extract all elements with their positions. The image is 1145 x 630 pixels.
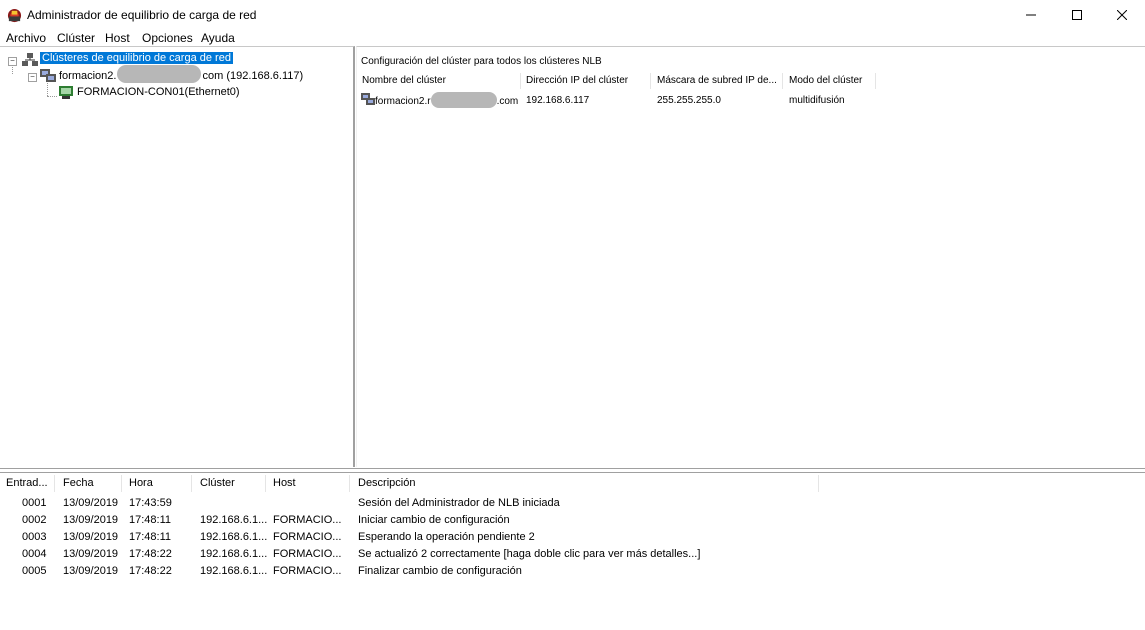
log-description: Sesión del Administrador de NLB iniciada (358, 497, 560, 509)
close-icon (1117, 10, 1127, 20)
log-time: 17:48:22 (129, 565, 172, 577)
log-time: 17:48:11 (129, 514, 172, 526)
log-header-date[interactable]: Fecha (63, 477, 94, 489)
log-header-entry[interactable]: Entrad... (6, 477, 48, 489)
cluster-mode-cell: multidifusión (789, 95, 845, 106)
log-host: FORMACIO... (273, 565, 342, 577)
cluster-name-prefix: formacion2.r (375, 96, 431, 108)
window-title: Administrador de equilibrio de carga de … (27, 8, 257, 22)
maximize-button[interactable] (1054, 0, 1100, 30)
nlb-manager-icon (7, 8, 22, 23)
column-header-mask[interactable]: Máscara de subred IP de... (657, 75, 777, 86)
maximize-icon (1072, 10, 1082, 20)
tree-cluster-node[interactable]: formacion2. com (192.168.6.117) (59, 65, 304, 83)
minimize-button[interactable] (1008, 0, 1054, 30)
log-time: 17:43:59 (129, 497, 172, 509)
column-header-cluster-name[interactable]: Nombre del clúster (362, 75, 446, 86)
log-description: Esperando la operación pendiente 2 (358, 531, 535, 543)
log-entry: 0005 (22, 565, 47, 577)
log-entry: 0003 (22, 531, 47, 543)
redacted-block (117, 65, 202, 83)
log-entry: 0001 (22, 497, 47, 509)
log-entry: 0002 (22, 514, 47, 526)
log-cluster: 192.168.6.1... (200, 531, 268, 543)
log-date: 13/09/2019 (63, 497, 119, 509)
tree-cluster-suffix: com (192.168.6.117) (202, 69, 304, 82)
log-header-time[interactable]: Hora (129, 477, 153, 489)
log-cluster: 192.168.6.1... (200, 548, 268, 560)
log-time: 17:48:22 (129, 548, 172, 560)
menu-opciones[interactable]: Opciones (142, 31, 193, 45)
column-header-ip[interactable]: Dirección IP del clúster (526, 75, 628, 86)
network-clusters-icon (22, 53, 38, 66)
log-cluster: 192.168.6.1... (200, 565, 268, 577)
tree-cluster-prefix: formacion2. (59, 69, 117, 82)
menu-bar: Archivo Clúster Host Opciones Ayuda (0, 30, 1145, 46)
tree-root-label[interactable]: Clústeres de equilibrio de carga de red (40, 52, 233, 64)
log-cluster: 192.168.6.1... (200, 514, 268, 526)
menu-ayuda[interactable]: Ayuda (201, 31, 235, 45)
log-host: FORMACIO... (273, 548, 342, 560)
cluster-tree[interactable]: − Clústeres de equilibrio de carga de re… (0, 46, 355, 467)
menu-cluster[interactable]: Clúster (57, 31, 95, 45)
minimize-icon (1026, 14, 1036, 16)
log-description: Finalizar cambio de configuración (358, 565, 522, 577)
log-date: 13/09/2019 (63, 531, 119, 543)
collapse-cluster-icon[interactable]: − (28, 73, 37, 82)
log-entry: 0004 (22, 548, 47, 560)
log-date: 13/09/2019 (63, 548, 119, 560)
cluster-row-icon (361, 93, 375, 105)
log-header-description[interactable]: Descripción (358, 477, 415, 489)
log-time: 17:48:11 (129, 531, 172, 543)
menu-archivo[interactable]: Archivo (6, 31, 46, 45)
log-host: FORMACIO... (273, 514, 342, 526)
column-header-mode[interactable]: Modo del clúster (789, 75, 862, 86)
log-header-host[interactable]: Host (273, 477, 296, 489)
title-bar: Administrador de equilibrio de carga de … (0, 0, 1145, 30)
cluster-icon (40, 69, 56, 82)
log-date: 13/09/2019 (63, 514, 119, 526)
cluster-ip-cell: 192.168.6.117 (526, 95, 590, 106)
tree-host-node[interactable]: FORMACION-CON01(Ethernet0) (77, 86, 240, 98)
panel-title: Configuración del clúster para todos los… (361, 56, 602, 67)
redacted-block (430, 92, 497, 108)
cluster-name-suffix: .com (496, 96, 519, 108)
log-description: Iniciar cambio de configuración (358, 514, 510, 526)
log-panel: Entrad... Fecha Hora Clúster Host Descri… (0, 472, 1145, 630)
cluster-config-panel: Configuración del clúster para todos los… (356, 46, 1145, 467)
log-date: 13/09/2019 (63, 565, 119, 577)
cluster-mask-cell: 255.255.255.0 (657, 95, 721, 106)
host-icon (59, 86, 73, 99)
cluster-name-cell: formacion2.r .com (375, 92, 519, 108)
log-description: Se actualizó 2 correctamente [haga doble… (358, 548, 701, 560)
close-button[interactable] (1099, 0, 1145, 30)
menu-host[interactable]: Host (105, 31, 130, 45)
log-host: FORMACIO... (273, 531, 342, 543)
log-header-cluster[interactable]: Clúster (200, 477, 235, 489)
